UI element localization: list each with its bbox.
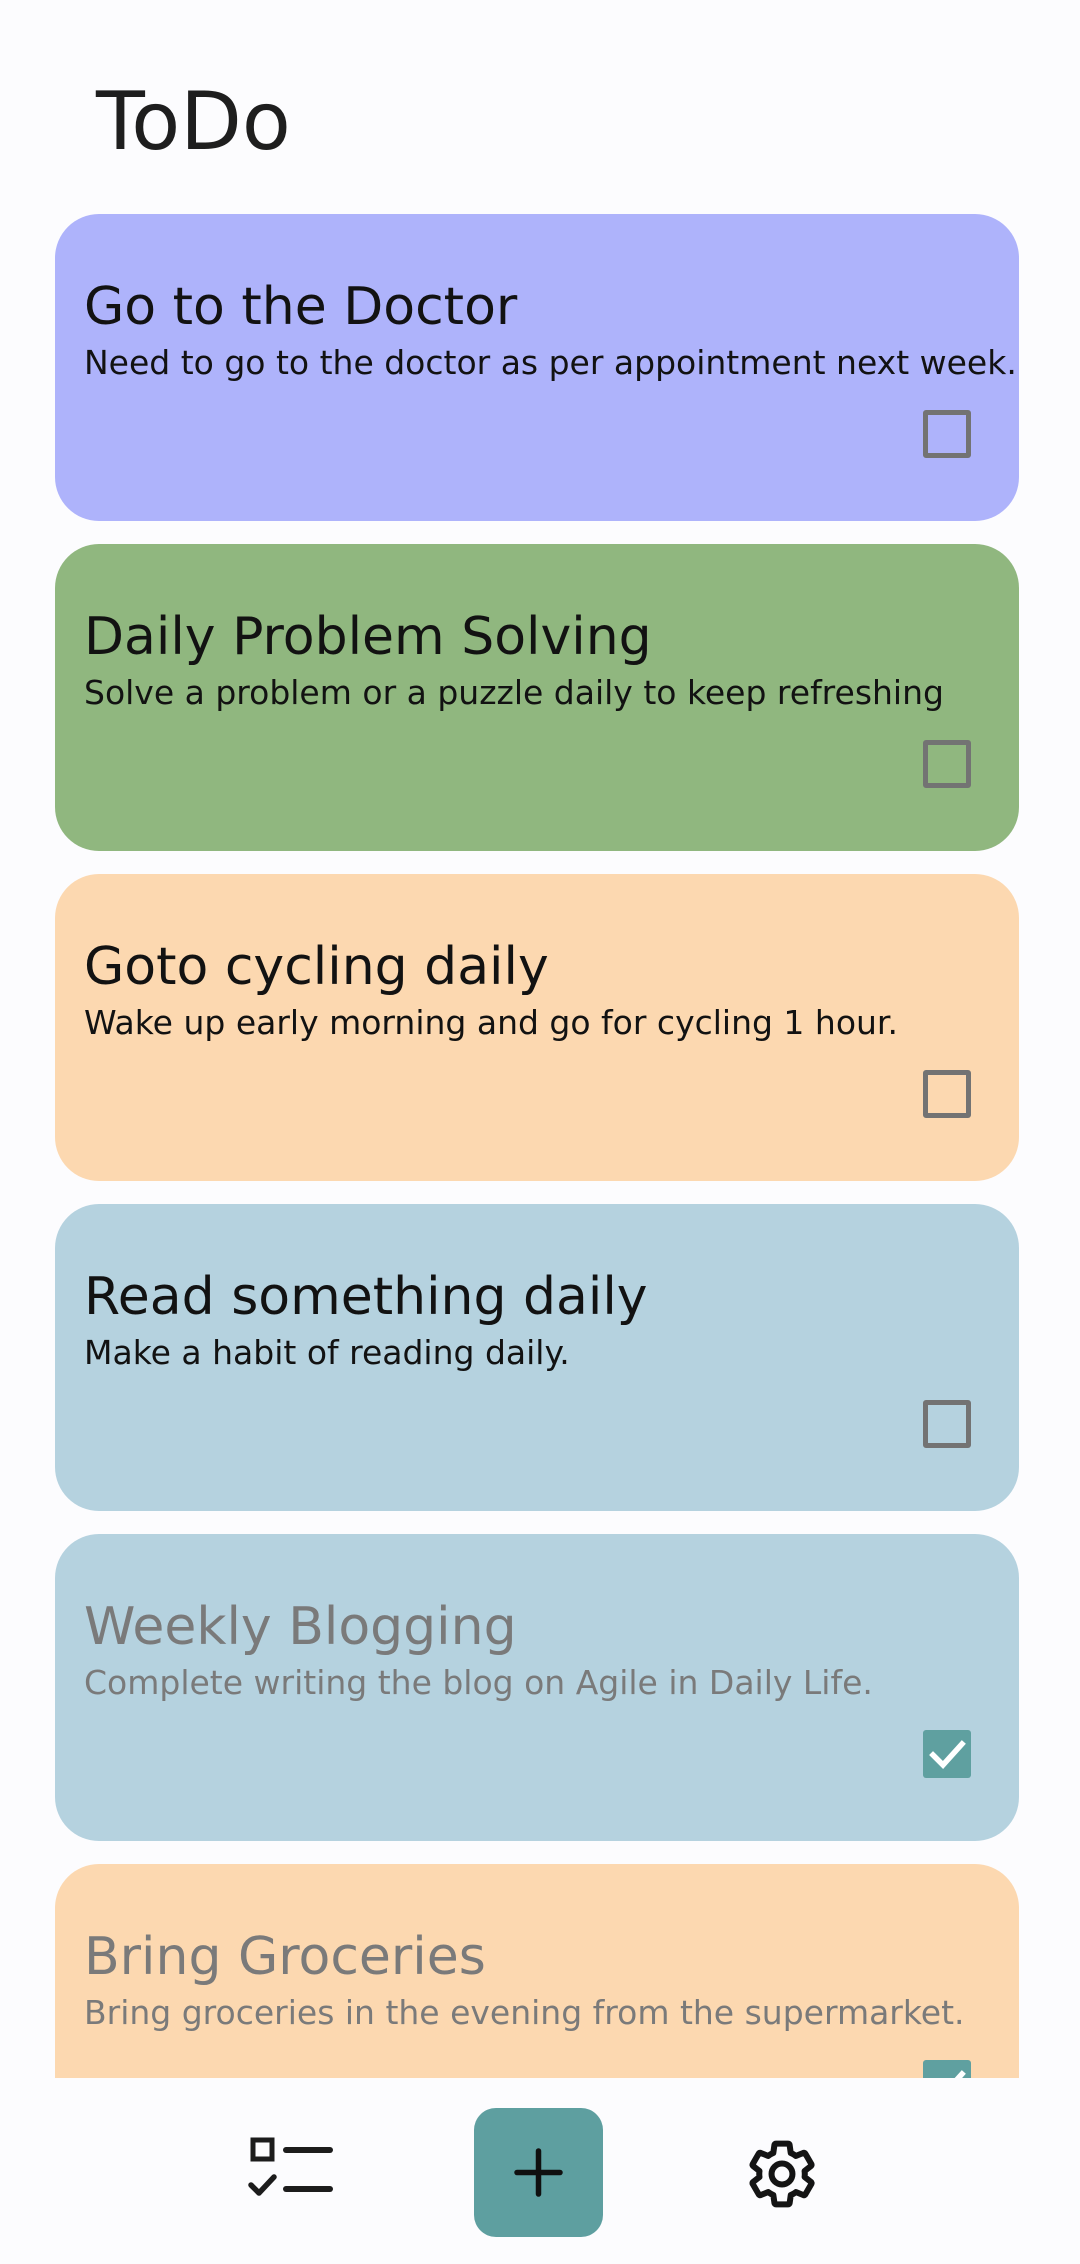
task-card[interactable]: Read something daily Make a habit of rea… bbox=[55, 1204, 1019, 1511]
add-task-button[interactable] bbox=[474, 2108, 603, 2237]
task-card[interactable]: Weekly Blogging Complete writing the blo… bbox=[55, 1534, 1019, 1841]
task-title: Weekly Blogging bbox=[84, 1597, 517, 1657]
task-title: Daily Problem Solving bbox=[84, 607, 652, 667]
task-list-icon bbox=[248, 2137, 333, 2196]
task-checkbox[interactable] bbox=[923, 1730, 971, 1778]
task-title: Goto cycling daily bbox=[84, 937, 549, 997]
gear-icon bbox=[749, 2140, 815, 2208]
task-title: Bring Groceries bbox=[84, 1927, 486, 1987]
task-checkbox[interactable] bbox=[923, 1070, 971, 1118]
task-card[interactable]: Bring Groceries Bring groceries in the e… bbox=[55, 1864, 1019, 2078]
task-checkbox[interactable] bbox=[923, 2060, 971, 2078]
task-title: Go to the Doctor bbox=[84, 277, 518, 337]
task-description: Make a habit of reading daily. bbox=[84, 1333, 570, 1372]
settings-button[interactable] bbox=[744, 2136, 820, 2212]
task-description: Bring groceries in the evening from the … bbox=[84, 1993, 965, 2032]
task-card[interactable]: Goto cycling daily Wake up early morning… bbox=[55, 874, 1019, 1181]
check-icon bbox=[929, 1740, 966, 1769]
task-checkbox[interactable] bbox=[923, 740, 971, 788]
task-card[interactable]: Daily Problem Solving Solve a problem or… bbox=[55, 544, 1019, 851]
page-title: ToDo bbox=[96, 75, 291, 168]
task-checkbox[interactable] bbox=[923, 410, 971, 458]
task-card[interactable]: Go to the Doctor Need to go to the docto… bbox=[55, 214, 1019, 521]
task-description: Solve a problem or a puzzle daily to kee… bbox=[84, 673, 944, 712]
task-list-button[interactable] bbox=[246, 2136, 338, 2206]
task-title: Read something daily bbox=[84, 1267, 648, 1327]
task-description: Wake up early morning and go for cycling… bbox=[84, 1003, 898, 1042]
bottom-navigation bbox=[0, 2078, 1080, 2264]
task-list[interactable]: Go to the Doctor Need to go to the docto… bbox=[55, 214, 1019, 2078]
plus-icon bbox=[514, 2148, 563, 2197]
task-description: Need to go to the doctor as per appointm… bbox=[84, 343, 1017, 382]
task-checkbox[interactable] bbox=[923, 1400, 971, 1448]
task-description: Complete writing the blog on Agile in Da… bbox=[84, 1663, 873, 1702]
check-icon bbox=[954, 2070, 966, 2078]
